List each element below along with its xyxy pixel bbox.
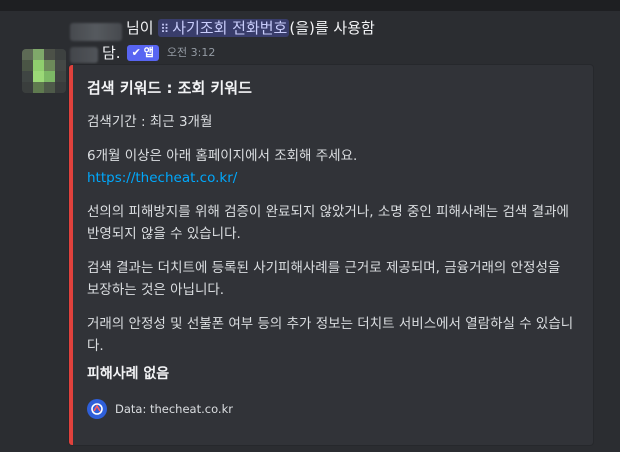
author-line: 담. ✔ 앱 오전 3:12	[102, 43, 215, 63]
window-top-bar	[0, 0, 620, 11]
command-icon: ⠿	[160, 22, 170, 36]
notice-block: 6개월 이상은 아래 홈페이지에서 조회해 주세요. https://thech…	[87, 145, 577, 189]
verified-check-icon: ✔	[131, 46, 141, 59]
app-badge-label: 앱	[143, 46, 154, 59]
blurred-username-continued	[70, 47, 98, 63]
embed-footer: Data: thecheat.co.kr	[87, 399, 233, 419]
result-label: 피해사례 없음	[87, 366, 170, 382]
line1-prefix: 님이	[126, 19, 154, 37]
avatar[interactable]	[22, 49, 66, 93]
footer-text: Data: thecheat.co.kr	[115, 402, 233, 416]
blurred-username	[70, 23, 122, 41]
embed-body: 검색 키워드 : 조회 키워드 검색기간 : 최근 3개월 6개월 이상은 아래…	[87, 77, 577, 385]
app-badge: ✔ 앱	[126, 45, 159, 61]
author-suffix[interactable]: 담.	[102, 43, 121, 63]
notice-line: 6개월 이상은 아래 홈페이지에서 조회해 주세요.	[87, 148, 358, 164]
disclaimer-paragraph-2: 검색 결과는 더치트에 등록된 사기피해사례를 근거로 제공되며, 금융거래의 …	[87, 260, 561, 298]
disclaimer-paragraph-1: 선의의 피해방지를 위해 검증이 완료되지 않았거나, 소명 중인 피해사례는 …	[87, 204, 569, 242]
search-period: 검색기간 : 최근 3개월	[87, 114, 213, 130]
command-mention[interactable]: ⠿ 사기조회 전화번호	[158, 19, 290, 37]
thecheat-link[interactable]: https://thecheat.co.kr/	[87, 167, 577, 189]
line1-suffix: (을)를 사용함	[289, 19, 375, 37]
embed-accent-bar	[69, 65, 73, 445]
disclaimer-paragraph-3: 거래의 안정성 및 선불폰 여부 등의 추가 정보는 더치트 서비스에서 열람하…	[87, 316, 574, 354]
embed-card: 검색 키워드 : 조회 키워드 검색기간 : 최근 3개월 6개월 이상은 아래…	[68, 64, 594, 446]
thecheat-logo-icon	[87, 399, 107, 419]
command-name: 사기조회 전화번호	[172, 19, 288, 37]
embed-title: 검색 키워드 : 조회 키워드	[87, 79, 252, 97]
command-usage-line: 님이 ⠿ 사기조회 전화번호 (을)를 사용함	[126, 18, 375, 39]
timestamp: 오전 3:12	[166, 46, 216, 59]
message-row: 님이 ⠿ 사기조회 전화번호 (을)를 사용함 담. ✔ 앱 오전 3:12 검색 키…	[0, 11, 620, 452]
